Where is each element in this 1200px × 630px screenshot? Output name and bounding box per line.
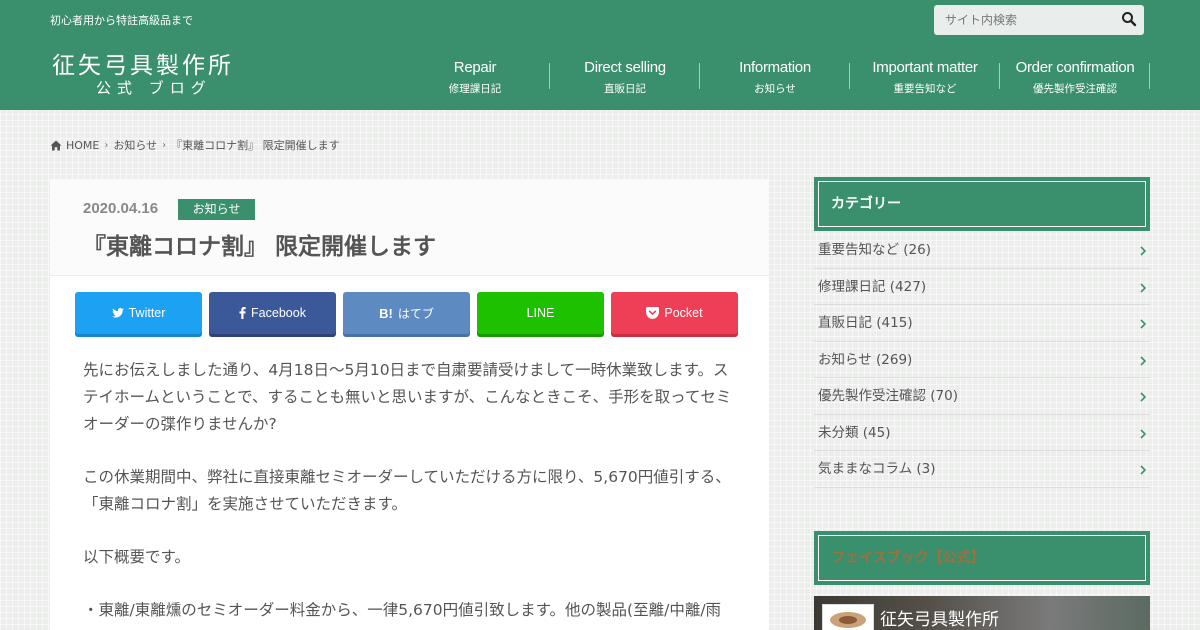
nav-item-sublabel: 優先製作受注確認: [1033, 83, 1117, 95]
category-label: 優先製作受注確認 (70): [818, 388, 959, 404]
nav-item-label: Repair: [453, 59, 497, 76]
share-line-label: LINE: [526, 306, 555, 320]
category-list: 重要告知など (26) 修理課日記 (427) 直販日記 (415) お知らせ …: [814, 232, 1150, 488]
search-icon: [1122, 12, 1137, 27]
nav-item-sublabel: 重要告知など: [893, 83, 957, 95]
article: 2020.04.16 お知らせ 『東離コロナ割』 限定開催します Twitter…: [50, 179, 769, 630]
search-box: [934, 5, 1144, 35]
site-header: 初心者用から特註高級品まで 征矢弓具製作所 公式 ブログ Repair 修理課日…: [0, 0, 1200, 110]
share-pocket-button[interactable]: Pocket: [611, 292, 738, 334]
article-paragraph: この休業期間中、弊社に直接東離セミオーダーしていただける方に限り、5,670円値…: [83, 468, 731, 513]
article-paragraph: ・東離/東離燻のセミオーダー料金から、一律5,670円値引致します。他の製品(至…: [83, 601, 722, 619]
facebook-widget-title: フェイスブック【公式】: [814, 531, 1150, 585]
category-label: お知らせ (269): [818, 351, 913, 368]
share-pocket-label: Pocket: [664, 306, 703, 320]
facebook-page-name[interactable]: 征矢弓具製作所: [880, 605, 999, 630]
nav-item-sublabel: 修理課日記: [448, 83, 502, 95]
category-item[interactable]: 未分類 (45): [814, 415, 1150, 451]
share-hatena-button[interactable]: B! はてブ: [343, 292, 470, 334]
page-logo-icon: [830, 612, 866, 628]
categories-widget-title: カテゴリー: [814, 177, 1150, 231]
widget-title-text: フェイスブック【公式】: [818, 535, 1146, 581]
nav-item-label: Information: [739, 59, 811, 76]
pocket-icon: [646, 307, 660, 319]
share-hatena-label: はてブ: [397, 306, 434, 321]
nav-item-important-matter[interactable]: Important matter 重要告知など: [850, 50, 1000, 100]
twitter-icon: [111, 308, 124, 318]
category-label: 気ままなコラム (3): [818, 461, 936, 477]
category-item[interactable]: 直販日記 (415): [814, 305, 1150, 342]
share-twitter-button[interactable]: Twitter: [75, 292, 202, 334]
nav-item-label: Important matter: [872, 59, 978, 76]
nav-item-label: Order confirmation: [1015, 59, 1135, 76]
breadcrumb-category-link[interactable]: お知らせ: [113, 137, 157, 153]
chevron-right-icon: [1140, 246, 1146, 256]
chevron-right-icon: ›: [162, 139, 167, 151]
share-twitter-label: Twitter: [128, 306, 166, 320]
article-paragraph: 以下概要です。: [83, 548, 190, 566]
category-item[interactable]: 修理課日記 (427): [814, 269, 1150, 305]
site-logo-title[interactable]: 征矢弓具製作所: [52, 46, 234, 80]
share-facebook-label: Facebook: [251, 306, 306, 320]
breadcrumb-current: 『東離コロナ割』 限定開催します: [171, 139, 340, 152]
nav-item-repair[interactable]: Repair 修理課日記: [400, 50, 550, 100]
nav-item-information[interactable]: Information お知らせ: [700, 50, 850, 100]
article-paragraph: 先にお伝えしました通り、4月18日～5月10日まで自粛要請受けまして一時休業致し…: [83, 361, 732, 433]
chevron-right-icon: ›: [104, 139, 109, 151]
category-label: 重要告知など (26): [818, 242, 932, 258]
chevron-right-icon: [1140, 355, 1146, 366]
article-header: 2020.04.16 お知らせ 『東離コロナ割』 限定開催します: [50, 179, 769, 276]
category-item[interactable]: 優先製作受注確認 (70): [814, 378, 1150, 415]
widget-title-text: カテゴリー: [818, 181, 1146, 227]
category-label: 未分類 (45): [818, 424, 891, 441]
post-date: 2020.04.16: [83, 200, 159, 217]
hatena-icon: B!: [379, 305, 393, 321]
nav-item-label: Direct selling: [584, 59, 666, 76]
category-label: 修理課日記 (427): [818, 278, 927, 295]
chevron-right-icon: [1140, 392, 1146, 402]
share-line-button[interactable]: LINE: [477, 292, 604, 334]
site-logo-subtitle[interactable]: 公式 ブログ: [96, 77, 212, 98]
category-item[interactable]: 気ままなコラム (3): [814, 451, 1150, 488]
nav-divider: [1149, 63, 1150, 89]
facebook-icon: [239, 307, 246, 319]
search-input[interactable]: [934, 5, 1114, 35]
chevron-right-icon: [1140, 319, 1146, 329]
nav-item-direct-selling[interactable]: Direct selling 直販日記: [550, 50, 700, 100]
facebook-page-embed[interactable]: 征矢弓具製作所: [814, 596, 1150, 630]
search-button[interactable]: [1120, 11, 1138, 29]
category-label: 直販日記 (415): [818, 315, 913, 331]
chevron-right-icon: [1140, 282, 1146, 293]
share-facebook-button[interactable]: Facebook: [209, 292, 336, 334]
nav-item-sublabel: お知らせ: [754, 83, 796, 95]
facebook-page-thumbnail: [822, 604, 874, 630]
breadcrumb: HOME › お知らせ › 『東離コロナ割』 限定開催します: [50, 137, 340, 153]
category-badge[interactable]: お知らせ: [178, 199, 255, 220]
nav-item-order-confirmation[interactable]: Order confirmation 優先製作受注確認: [1000, 50, 1150, 100]
post-title: 『東離コロナ割』 限定開催します: [83, 234, 437, 260]
nav-item-sublabel: 直販日記: [604, 83, 646, 95]
category-item[interactable]: お知らせ (269): [814, 342, 1150, 378]
category-item[interactable]: 重要告知など (26): [814, 232, 1150, 269]
chevron-right-icon: [1140, 465, 1146, 475]
home-icon: [50, 140, 62, 150]
site-tagline: 初心者用から特註高級品まで: [50, 14, 193, 27]
breadcrumb-home-link[interactable]: HOME: [66, 139, 99, 152]
chevron-right-icon: [1140, 428, 1146, 439]
